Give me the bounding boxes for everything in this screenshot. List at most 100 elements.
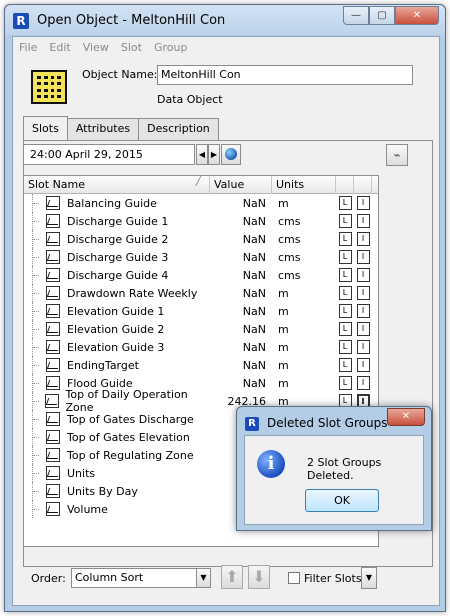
column-header-value[interactable]: Value [210, 176, 272, 194]
column-header-units[interactable]: Units [272, 176, 336, 194]
linked-indicator-icon[interactable]: L [338, 232, 352, 246]
window-title: Open Object - MeltonHill Con [37, 13, 226, 28]
table-row[interactable]: Drawdown Rate Weekly NaN m L I [24, 284, 378, 302]
filter-dropdown-button[interactable]: ▼ [361, 567, 377, 589]
date-prev-button[interactable]: ◀ [196, 144, 208, 165]
filter-slots-checkbox[interactable] [288, 572, 300, 584]
order-label: Order: [31, 572, 66, 585]
linked-indicator-icon[interactable]: L [338, 358, 352, 372]
title-bar[interactable]: R Open Object - MeltonHill Con — ▢ ✕ [5, 5, 445, 35]
tab-attributes[interactable]: Attributes [66, 118, 140, 140]
slot-units: cms [278, 268, 301, 282]
move-down-arrow-icon[interactable]: ⬇ [248, 565, 270, 589]
linked-indicator-icon[interactable]: L [338, 322, 352, 336]
table-row[interactable]: Balancing Guide NaN m L I [24, 194, 378, 212]
table-header: Slot Name ╱ Value Units [24, 176, 378, 194]
tree-connector [32, 230, 46, 248]
slot-units: m [278, 376, 289, 390]
slot-name: Elevation Guide 3 [67, 340, 165, 354]
slot-name-cell: Discharge Guide 4 [24, 266, 210, 284]
menu-file[interactable]: File [19, 41, 37, 54]
menu-slot[interactable]: Slot [121, 41, 142, 54]
linked-indicator-icon[interactable]: L [338, 196, 352, 210]
maximize-button[interactable]: ▢ [369, 6, 395, 25]
tree-connector [32, 500, 46, 518]
ok-button[interactable]: OK [305, 489, 379, 512]
linked-indicator-icon[interactable]: L [338, 286, 352, 300]
date-next-button[interactable]: ▶ [208, 144, 220, 165]
input-indicator-icon[interactable]: I [356, 250, 370, 264]
input-indicator-icon[interactable]: I [356, 214, 370, 228]
object-type-label: Data Object [157, 93, 223, 106]
linked-indicator-icon[interactable]: L [338, 340, 352, 354]
tab-slots[interactable]: Slots [23, 116, 68, 140]
app-logo-icon: R [245, 417, 259, 431]
input-indicator-icon[interactable]: I [356, 322, 370, 336]
linked-indicator-icon[interactable]: L [338, 304, 352, 318]
menu-edit[interactable]: Edit [49, 41, 70, 54]
slot-name: Volume [67, 502, 108, 516]
linked-indicator-icon[interactable]: L [338, 268, 352, 282]
table-row[interactable]: Discharge Guide 1 NaN cms L I [24, 212, 378, 230]
slot-name-cell: Top of Gates Elevation [24, 428, 210, 446]
menu-view[interactable]: View [83, 41, 109, 54]
linked-indicator-icon[interactable]: L [338, 214, 352, 228]
menu-group[interactable]: Group [154, 41, 188, 54]
linked-indicator-icon[interactable]: L [338, 250, 352, 264]
tree-connector [32, 266, 46, 284]
expression-cell: I [354, 376, 372, 390]
input-indicator-icon[interactable]: I [356, 286, 370, 300]
expression-cell: L [336, 268, 354, 282]
slot-value: NaN [242, 268, 266, 282]
move-up-arrow-icon[interactable]: ⬆ [221, 565, 243, 589]
slot-name-cell: Top of Regulating Zone [24, 446, 210, 464]
plot-chart-icon[interactable]: ⌁ [386, 144, 408, 166]
input-indicator-icon[interactable]: I [356, 304, 370, 318]
slot-name-cell: Discharge Guide 3 [24, 248, 210, 266]
slot-name-cell: Elevation Guide 1 [24, 302, 210, 320]
table-row[interactable]: EndingTarget NaN m L I [24, 356, 378, 374]
filter-slots-label: Filter Slots [304, 572, 362, 585]
tree-connector [32, 446, 46, 464]
order-select[interactable]: Column Sort ▼ [71, 568, 211, 588]
globe-icon[interactable] [221, 144, 241, 165]
input-indicator-icon[interactable]: I [356, 232, 370, 246]
input-indicator-icon[interactable]: I [356, 376, 370, 390]
input-indicator-icon[interactable]: I [356, 340, 370, 354]
slot-name-cell: Discharge Guide 2 [24, 230, 210, 248]
expression-cell: I [354, 196, 372, 210]
slot-name: Units By Day [67, 484, 138, 498]
slot-value: NaN [242, 214, 266, 228]
input-indicator-icon[interactable]: I [356, 358, 370, 372]
input-indicator-icon[interactable]: I [356, 196, 370, 210]
linked-indicator-icon[interactable]: L [338, 376, 352, 390]
chevron-down-icon[interactable]: ▼ [196, 569, 210, 587]
input-indicator-icon[interactable]: I [356, 268, 370, 282]
close-button[interactable]: ✕ [395, 6, 439, 25]
column-header-slot-name[interactable]: Slot Name ╱ [24, 176, 210, 194]
slot-units: m [278, 340, 289, 354]
expression-cell: L [336, 340, 354, 354]
tab-description[interactable]: Description [138, 118, 219, 140]
dialog-close-button[interactable]: ✕ [387, 408, 425, 426]
table-row[interactable]: Discharge Guide 4 NaN cms L I [24, 266, 378, 284]
date-field[interactable]: 24:00 April 29, 2015 [23, 144, 195, 165]
series-slot-icon [46, 196, 60, 210]
slot-value: NaN [242, 322, 266, 336]
slot-name: Elevation Guide 1 [67, 304, 165, 318]
minimize-button[interactable]: — [343, 6, 369, 25]
series-slot-icon [46, 250, 60, 264]
slot-name-cell: Volume [24, 500, 210, 518]
expression-cell: L [336, 232, 354, 246]
table-row[interactable]: Discharge Guide 3 NaN cms L I [24, 248, 378, 266]
column-header-ex2[interactable] [354, 176, 372, 194]
tree-connector [32, 374, 46, 392]
table-row[interactable]: Elevation Guide 3 NaN m L I [24, 338, 378, 356]
table-row[interactable]: Elevation Guide 1 NaN m L I [24, 302, 378, 320]
table-row[interactable]: Elevation Guide 2 NaN m L I [24, 320, 378, 338]
column-header-ex1[interactable] [336, 176, 354, 194]
slot-name: Discharge Guide 3 [67, 250, 169, 264]
table-row[interactable]: Discharge Guide 2 NaN cms L I [24, 230, 378, 248]
slot-value: NaN [242, 304, 266, 318]
object-name-field[interactable]: MeltonHill Con [157, 65, 413, 85]
